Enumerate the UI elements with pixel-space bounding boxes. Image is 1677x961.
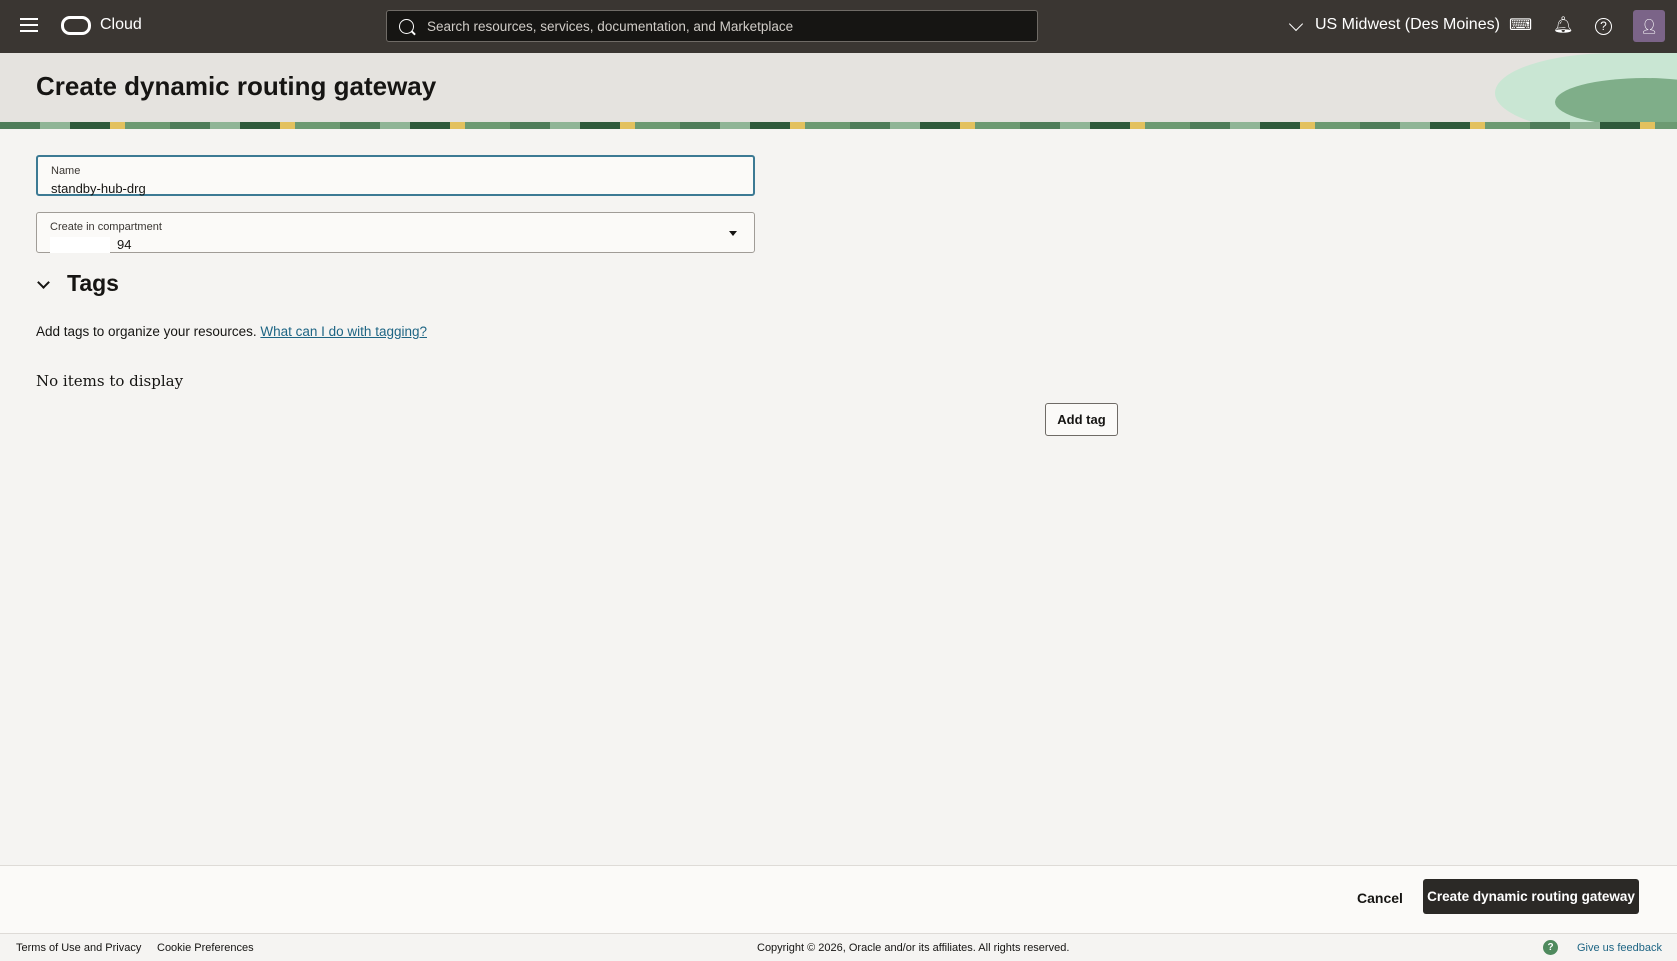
chevron-down-icon[interactable] — [37, 276, 50, 289]
oracle-logo-icon[interactable] — [61, 16, 91, 35]
description-text: Add tags to organize your resources. — [36, 324, 257, 339]
tagging-help-link[interactable]: What can I do with tagging? — [260, 324, 427, 339]
compartment-label: Create in compartment — [50, 221, 162, 233]
region-selector[interactable]: US Midwest (Des Moines) — [1315, 16, 1500, 34]
name-label: Name — [51, 165, 80, 177]
top-bar: Cloud Search resources, services, docume… — [0, 0, 1677, 53]
notification-bell-icon[interactable]: 🔔︎ — [1553, 16, 1573, 36]
add-tag-button[interactable]: Add tag — [1045, 403, 1118, 436]
menu-icon[interactable] — [20, 18, 38, 32]
redacted-block — [50, 237, 110, 253]
copyright: Copyright © 2026, Oracle and/or its affi… — [757, 942, 1069, 954]
cloud-shell-icon[interactable]: ⌨ — [1509, 16, 1529, 36]
chevron-down-icon[interactable] — [1289, 17, 1303, 31]
search-placeholder: Search resources, services, documentatio… — [427, 19, 793, 34]
decorative-stripe — [0, 122, 1677, 129]
terms-link[interactable]: Terms of Use and Privacy — [16, 942, 141, 954]
compartment-value: 94 — [117, 237, 131, 252]
name-field[interactable]: Name standby-hub-drg — [36, 155, 755, 196]
name-value[interactable]: standby-hub-drg — [51, 181, 146, 196]
feedback-link[interactable]: Give us feedback — [1577, 942, 1662, 954]
help-icon[interactable]: ? — [1595, 18, 1612, 35]
cookie-preferences-link[interactable]: Cookie Preferences — [157, 942, 254, 954]
search-input[interactable]: Search resources, services, documentatio… — [386, 10, 1038, 42]
brand-name[interactable]: Cloud — [100, 16, 142, 34]
avatar[interactable]: 👤︎ — [1633, 10, 1665, 42]
caret-down-icon[interactable] — [729, 231, 737, 236]
feedback-help-icon[interactable]: ? — [1543, 940, 1558, 955]
compartment-select[interactable]: Create in compartment 94 — [36, 212, 755, 253]
tags-description: Add tags to organize your resources. Wha… — [36, 324, 427, 339]
create-button[interactable]: Create dynamic routing gateway — [1423, 879, 1639, 914]
tags-heading[interactable]: Tags — [67, 270, 119, 297]
search-icon — [399, 19, 414, 34]
action-bar: Cancel Create dynamic routing gateway — [0, 865, 1677, 934]
page-header-band: Create dynamic routing gateway — [0, 53, 1677, 128]
empty-state: No items to display — [36, 372, 183, 390]
cancel-button[interactable]: Cancel — [1357, 890, 1403, 906]
page-footer: Terms of Use and Privacy Cookie Preferen… — [0, 934, 1677, 961]
page-title: Create dynamic routing gateway — [36, 71, 436, 102]
